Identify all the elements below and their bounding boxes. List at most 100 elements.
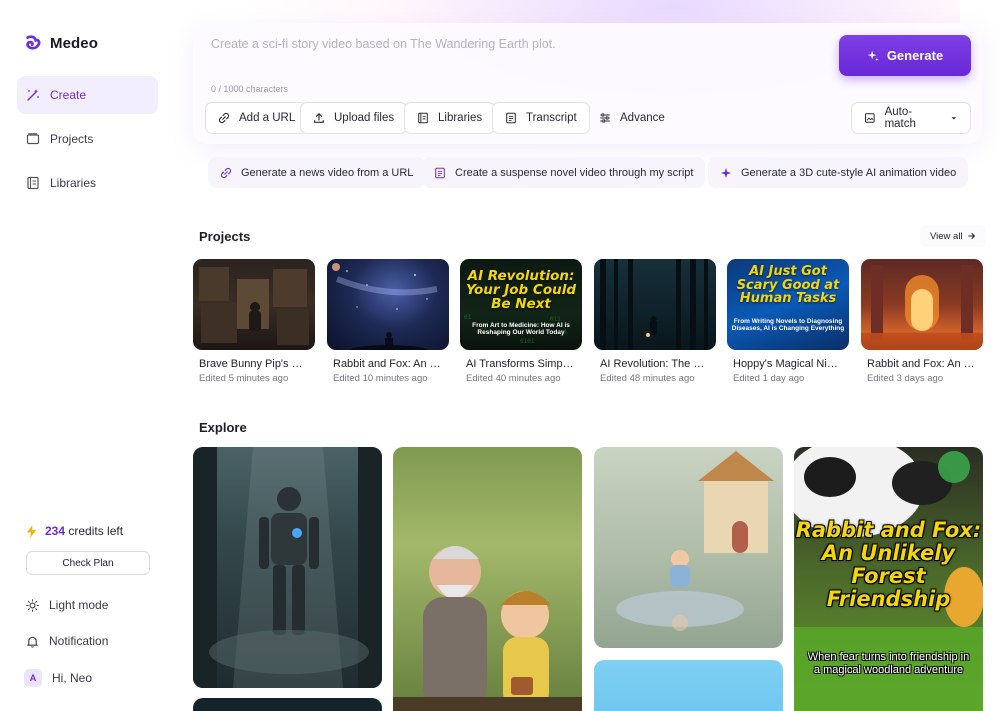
image-ratio-icon — [864, 113, 875, 123]
link-icon — [218, 112, 230, 124]
generate-label: Generate — [886, 48, 944, 63]
project-time: Edited 3 days ago — [867, 373, 944, 384]
sliders-icon — [600, 113, 610, 123]
sidebar-item-projects[interactable]: Projects — [17, 120, 158, 158]
project-time: Edited 1 day ago — [733, 373, 805, 384]
suggestion-label: Generate a news video from a URL — [241, 166, 414, 179]
sun-icon — [26, 598, 39, 612]
transcript-label: Transcript — [526, 112, 577, 124]
project-card[interactable]: AI Revolution: The Future... Edited 48 m… — [594, 259, 716, 384]
project-thumbnail — [327, 259, 449, 350]
explore-tile-gardening[interactable] — [393, 447, 582, 711]
project-card[interactable]: 01 10 011 1 0101 AI Revolution: Your Job Cou… — [460, 259, 582, 384]
bell-icon — [27, 636, 38, 648]
feature-subcaption: When fear turns into friendship in a mag… — [807, 651, 970, 676]
lightning-icon — [26, 524, 37, 538]
brand[interactable]: Medeo — [24, 34, 98, 52]
rainy-cottage-image — [616, 451, 774, 631]
advance-label: Advance — [620, 112, 665, 124]
upload-files-button[interactable]: Upload files — [300, 102, 408, 134]
sidebar-item-label: Projects — [50, 132, 94, 146]
project-card[interactable]: Rabbit and Fox: An Unlikely... Edited 10… — [327, 259, 449, 384]
view-all-link[interactable]: View all — [920, 225, 986, 247]
sparkle-icon — [720, 167, 732, 178]
sparkle-icon — [867, 50, 879, 61]
user-menu[interactable]: A Hi, Neo — [24, 669, 92, 687]
thumbnail-subcaption: From Writing Novels to Diagnosing Diseas… — [731, 318, 845, 333]
wand-icon — [27, 89, 39, 101]
robot-image — [193, 447, 382, 688]
link-icon — [220, 167, 232, 178]
credits-count: 234 — [45, 524, 66, 538]
medeo-logo-icon — [26, 35, 41, 50]
suggestion-label: Create a suspense novel video through my… — [455, 166, 694, 179]
project-thumbnail — [193, 259, 315, 350]
project-thumbnail: 01 10 011 1 0101 AI Revolution: Your Job Cou… — [460, 259, 582, 350]
upload-icon — [314, 113, 324, 123]
generate-button[interactable]: Generate — [839, 35, 971, 76]
suggestion-chip-script[interactable]: Create a suspense novel video through my… — [422, 157, 706, 188]
project-thumbnail — [861, 259, 983, 350]
project-title: AI Transforms Simple... — [466, 358, 576, 370]
svg-text:01: 01 — [464, 314, 472, 321]
storage-room-image — [199, 267, 309, 345]
project-card[interactable]: AI Just Got Scary Good at Human Tasks Fr… — [727, 259, 849, 384]
explore-tile-sky[interactable] — [594, 660, 783, 711]
avatar: A — [24, 669, 42, 687]
sidebar-item-libraries[interactable]: Libraries — [17, 164, 158, 202]
suggestion-chip-url[interactable]: Generate a news video from a URL — [208, 157, 426, 188]
project-thumbnail: AI Just Got Scary Good at Human Tasks Fr… — [727, 259, 849, 350]
light-mode-toggle[interactable]: Light mode — [26, 598, 108, 612]
add-url-button[interactable]: Add a URL — [205, 102, 309, 134]
project-time: Edited 10 minutes ago — [333, 373, 428, 384]
project-title: Brave Bunny Pip's First... — [199, 358, 309, 370]
sidebar-nav: Create Projects Libraries — [17, 76, 158, 208]
advance-button[interactable]: Advance — [586, 102, 678, 134]
explore-heading: Explore — [199, 420, 247, 435]
explore-tile-rabbit-fox[interactable]: Rabbit and Fox: An Unlikely Forest Frien… — [794, 447, 983, 711]
projects-heading: Projects — [199, 229, 251, 244]
notification-button[interactable]: Notification — [26, 634, 108, 648]
document-icon — [435, 167, 445, 178]
night-sky-image — [332, 263, 438, 350]
project-card[interactable]: Brave Bunny Pip's First... Edited 5 minu… — [193, 259, 315, 384]
transcript-button[interactable]: Transcript — [492, 102, 590, 134]
project-title: AI Revolution: The Future... — [600, 358, 710, 370]
project-time: Edited 48 minutes ago — [600, 373, 695, 384]
libraries-label: Libraries — [438, 112, 483, 124]
auto-match-select[interactable]: Auto-match — [851, 102, 971, 134]
sidebar-item-create[interactable]: Create — [17, 76, 158, 114]
thumbnail-subcaption: From Art to Medicine: How AI is Reshapin… — [472, 322, 570, 337]
library-icon — [418, 112, 428, 124]
user-greeting: Hi, Neo — [52, 671, 93, 685]
project-title: Rabbit and Fox: An Unlikely... — [333, 358, 443, 370]
project-title: Hoppy's Magical Night... — [733, 358, 843, 370]
grandpa-boy-image — [393, 546, 582, 711]
chevron-down-icon — [951, 117, 957, 120]
project-card[interactable]: Rabbit and Fox: An Unlikely... Edited 3 … — [861, 259, 983, 384]
light-mode-label: Light mode — [49, 598, 109, 612]
sidebar-item-label: Libraries — [50, 176, 97, 190]
character-counter: 0 / 1000 characters — [211, 84, 289, 94]
folder-icon — [26, 133, 40, 145]
feature-caption: Rabbit and Fox: An Unlikely Forest Frien… — [795, 518, 982, 612]
thumbnail-caption: AI Just Got Scary Good at Human Tasks — [736, 264, 840, 307]
check-plan-button[interactable]: Check Plan — [26, 551, 150, 575]
credits-indicator: 234 credits left — [26, 524, 123, 538]
auto-match-label: Auto-match — [884, 106, 916, 130]
forest-image — [600, 259, 708, 350]
explore-tile-robot[interactable] — [193, 447, 382, 688]
project-thumbnail — [594, 259, 716, 350]
suggestion-chip-animation[interactable]: Generate a 3D cute-style AI animation vi… — [708, 157, 969, 188]
libraries-button[interactable]: Libraries — [404, 102, 496, 134]
view-all-label: View all — [930, 230, 963, 242]
project-time: Edited 40 minutes ago — [466, 373, 561, 384]
explore-tile[interactable] — [193, 698, 382, 711]
prompt-input[interactable]: Create a sci-fi story video based on The… — [211, 37, 556, 51]
explore-tile-rain[interactable] — [594, 447, 783, 648]
prompt-panel: Create a sci-fi story video based on The… — [193, 23, 982, 144]
document-icon — [506, 112, 516, 124]
upload-files-label: Upload files — [334, 112, 395, 124]
svg-text:0101: 0101 — [520, 338, 535, 345]
sidebar-item-label: Create — [50, 88, 87, 102]
